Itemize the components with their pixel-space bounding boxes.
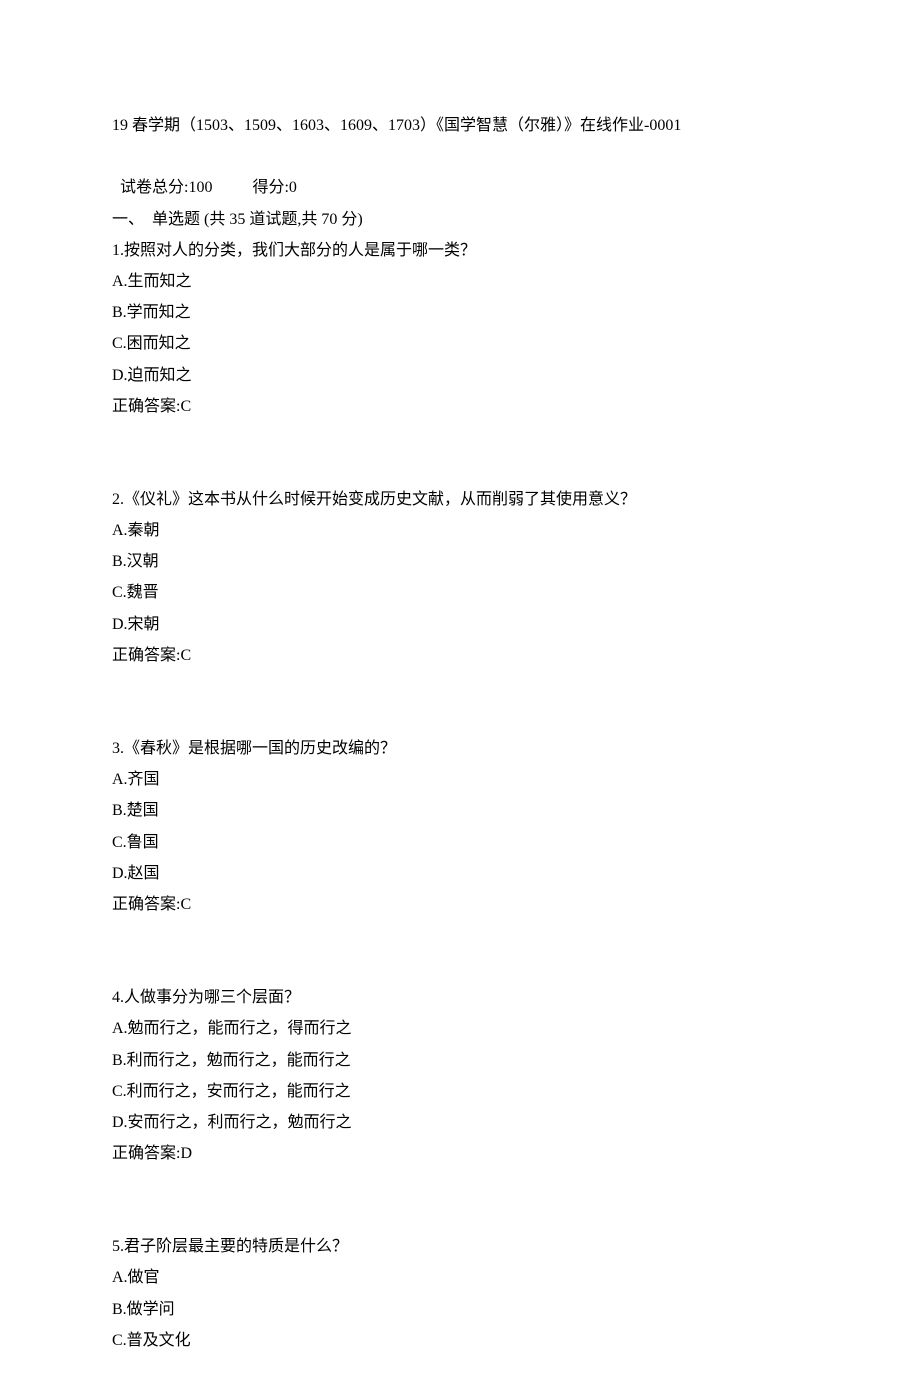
question-stem: 5.君子阶层最主要的特质是什么？ bbox=[112, 1231, 808, 1262]
option: C.利而行之，安而行之，能而行之 bbox=[112, 1076, 808, 1107]
question-stem: 4.人做事分为哪三个层面？ bbox=[112, 982, 808, 1013]
option: D.赵国 bbox=[112, 858, 808, 889]
option: B.楚国 bbox=[112, 795, 808, 826]
question-block: 3.《春秋》是根据哪一国的历史改编的？ A.齐国 B.楚国 C.鲁国 D.赵国 … bbox=[112, 733, 808, 920]
option: D.宋朝 bbox=[112, 609, 808, 640]
option: A.做官 bbox=[112, 1262, 808, 1293]
option: B.做学问 bbox=[112, 1294, 808, 1325]
answer: 正确答案:C bbox=[112, 391, 808, 422]
option: C.困而知之 bbox=[112, 328, 808, 359]
answer: 正确答案:D bbox=[112, 1138, 808, 1169]
question-stem: 3.《春秋》是根据哪一国的历史改编的？ bbox=[112, 733, 808, 764]
answer: 正确答案:C bbox=[112, 889, 808, 920]
question-block: 1.按照对人的分类，我们大部分的人是属于哪一类？ A.生而知之 B.学而知之 C… bbox=[112, 235, 808, 422]
question-block: 4.人做事分为哪三个层面？ A.勉而行之，能而行之，得而行之 B.利而行之，勉而… bbox=[112, 982, 808, 1169]
question-stem: 1.按照对人的分类，我们大部分的人是属于哪一类？ bbox=[112, 235, 808, 266]
option: C.普及文化 bbox=[112, 1325, 808, 1356]
option: A.生而知之 bbox=[112, 266, 808, 297]
total-score: 试卷总分:100 bbox=[120, 179, 212, 196]
section-header: 一、 单选题 (共 35 道试题,共 70 分) bbox=[112, 204, 808, 235]
option: B.利而行之，勉而行之，能而行之 bbox=[112, 1045, 808, 1076]
obtained-score: 得分:0 bbox=[252, 179, 296, 196]
option: C.鲁国 bbox=[112, 827, 808, 858]
option: A.齐国 bbox=[112, 764, 808, 795]
option: A.秦朝 bbox=[112, 515, 808, 546]
option: A.勉而行之，能而行之，得而行之 bbox=[112, 1013, 808, 1044]
question-block: 5.君子阶层最主要的特质是什么？ A.做官 B.做学问 C.普及文化 bbox=[112, 1231, 808, 1356]
question-block: 2.《仪礼》这本书从什么时候开始变成历史文献，从而削弱了其使用意义？ A.秦朝 … bbox=[112, 484, 808, 671]
answer: 正确答案:C bbox=[112, 640, 808, 671]
option: B.学而知之 bbox=[112, 297, 808, 328]
document-title: 19 春学期（1503、1509、1603、1609、1703）《国学智慧（尔雅… bbox=[112, 110, 808, 141]
option: D.迫而知之 bbox=[112, 360, 808, 391]
score-line: 试卷总分:100 得分:0 bbox=[112, 141, 808, 203]
option: C.魏晋 bbox=[112, 577, 808, 608]
option: D.安而行之，利而行之，勉而行之 bbox=[112, 1107, 808, 1138]
question-stem: 2.《仪礼》这本书从什么时候开始变成历史文献，从而削弱了其使用意义？ bbox=[112, 484, 808, 515]
option: B.汉朝 bbox=[112, 546, 808, 577]
